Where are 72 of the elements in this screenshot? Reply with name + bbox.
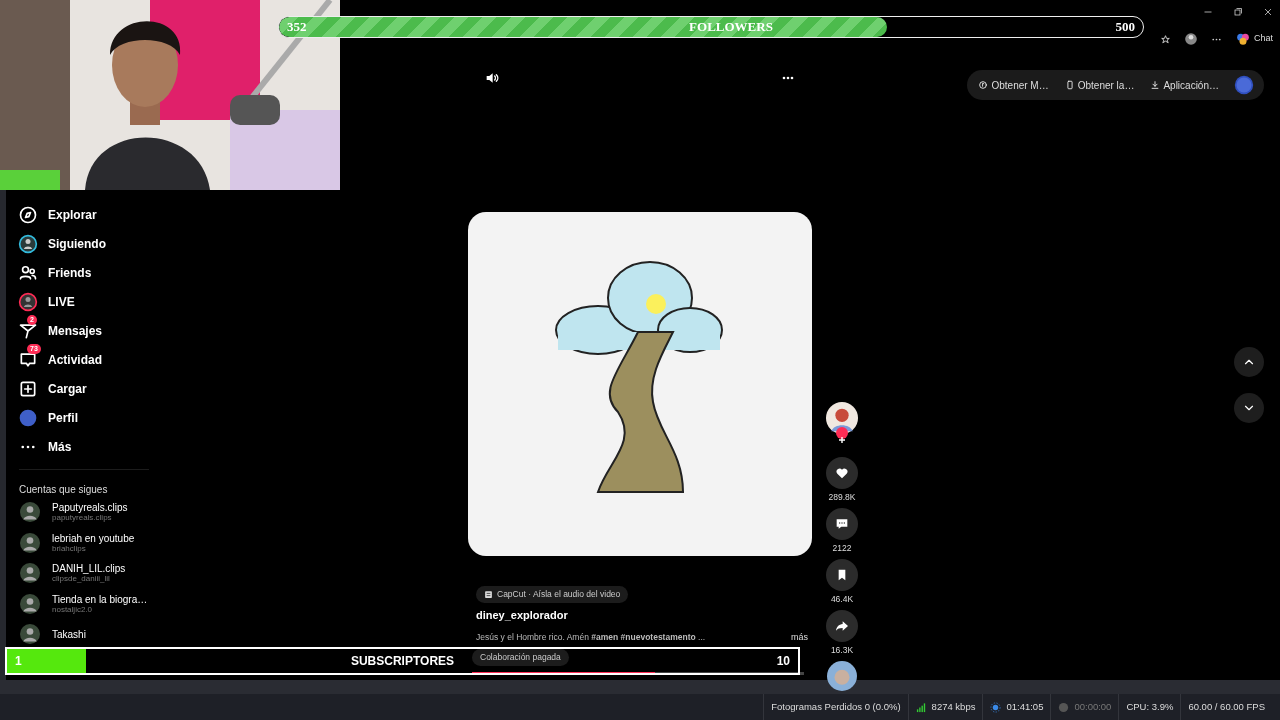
goal-current: 352 [287,18,307,37]
account-name[interactable]: Takashi [52,628,86,640]
chat-button[interactable]: Chat [1235,31,1274,47]
download-icon [1150,80,1161,90]
close-icon[interactable] [1262,6,1274,18]
compass-icon [18,204,38,225]
bitrate-text: 8274 kbps [931,699,976,714]
nav-item[interactable]: Friends [6,258,340,287]
nav-item[interactable]: Cargar [6,374,340,403]
avatar-icon[interactable] [20,593,40,614]
app-button[interactable]: Obtener la… [1063,76,1136,94]
nav-item[interactable]: Más [6,432,340,461]
record-icon [1058,701,1070,713]
app-button[interactable]: Aplicación… [1149,76,1220,94]
goal-target: 10 [776,653,790,670]
effect-tag[interactable]: CapCut · Aísla el audio del video [476,586,629,603]
avatar-icon [18,233,38,254]
nav-item[interactable]: Explorar [6,200,340,229]
heart-icon [834,465,850,481]
avatar-icon[interactable] [826,402,858,434]
goal-target: 500 [1115,18,1135,37]
more-icon [21,444,35,449]
account-name[interactable]: DANIH_LIL.clips [52,563,126,575]
goal-label: FOLLOWERS [689,18,773,37]
avatar-icon[interactable] [20,502,40,523]
action-button[interactable] [826,610,858,642]
video-description: Jesús y el Hombre rico. Amén #amen #nuevotestamento ... [476,631,706,645]
paid-tag: Colaboración pagada [472,648,569,666]
favorites-icon[interactable] [1159,32,1172,46]
count-label: 289.8K [828,492,856,502]
author-name[interactable]: diney_explorador [476,606,808,624]
account-handle: nostaljic2.0 [52,604,94,614]
fps-counter: 60.00 / 60.00 FPS [1180,694,1272,720]
action-button[interactable] [826,508,858,540]
account-name[interactable]: lebriah en youtube [52,532,135,544]
section-heading: Cuentas que sigues [19,469,149,497]
more-link[interactable]: más [791,631,808,645]
app-button[interactable]: Obtener M… [977,76,1050,94]
restore-icon[interactable] [1232,6,1244,18]
progress-track[interactable] [472,671,804,675]
action-button[interactable] [826,559,858,591]
volume-icon[interactable] [484,70,500,86]
action-button[interactable] [826,457,858,489]
stream-time: 01:41:05 [1006,699,1044,714]
music-icon [978,80,989,90]
profile-icon[interactable] [1184,32,1198,46]
phone-icon [1064,80,1075,90]
count-label: 16.3K [830,645,854,655]
dropped-frames: Fotogramas Perdidos 0 (0.0%) [763,694,908,720]
avatar-icon[interactable] [20,624,40,645]
cpu-usage: CPU: 3.9% [1118,694,1181,720]
signal-icon [915,701,927,713]
account-handle: clipsde_daniii_lil [52,574,111,584]
record-time: 00:00:00 [1074,699,1112,714]
nav-item[interactable]: Perfil [6,403,340,432]
nav-item[interactable]: LIVE [6,287,340,316]
account-name[interactable]: Tienda en la biogra… [52,593,148,605]
account-name[interactable]: Paputyreals.clips [52,502,128,514]
copilot-icon [1236,32,1250,46]
capcut-icon [484,589,493,599]
stream-icon [990,701,1002,713]
account-handle: briahclips [52,543,87,553]
goal-label: SUBSCRIPTORES [350,653,455,670]
avatar-icon[interactable] [20,532,40,553]
count-label: 2122 [832,543,852,553]
avatar-icon [18,291,38,312]
avatar-icon[interactable] [20,563,40,584]
avatar-icon [18,407,38,428]
goal-current: 1 [15,653,22,670]
account-handle: paputyreals.clips [52,513,113,523]
count-label: 46.4K [830,594,854,604]
nav-item[interactable]: Siguiendo [6,229,340,258]
